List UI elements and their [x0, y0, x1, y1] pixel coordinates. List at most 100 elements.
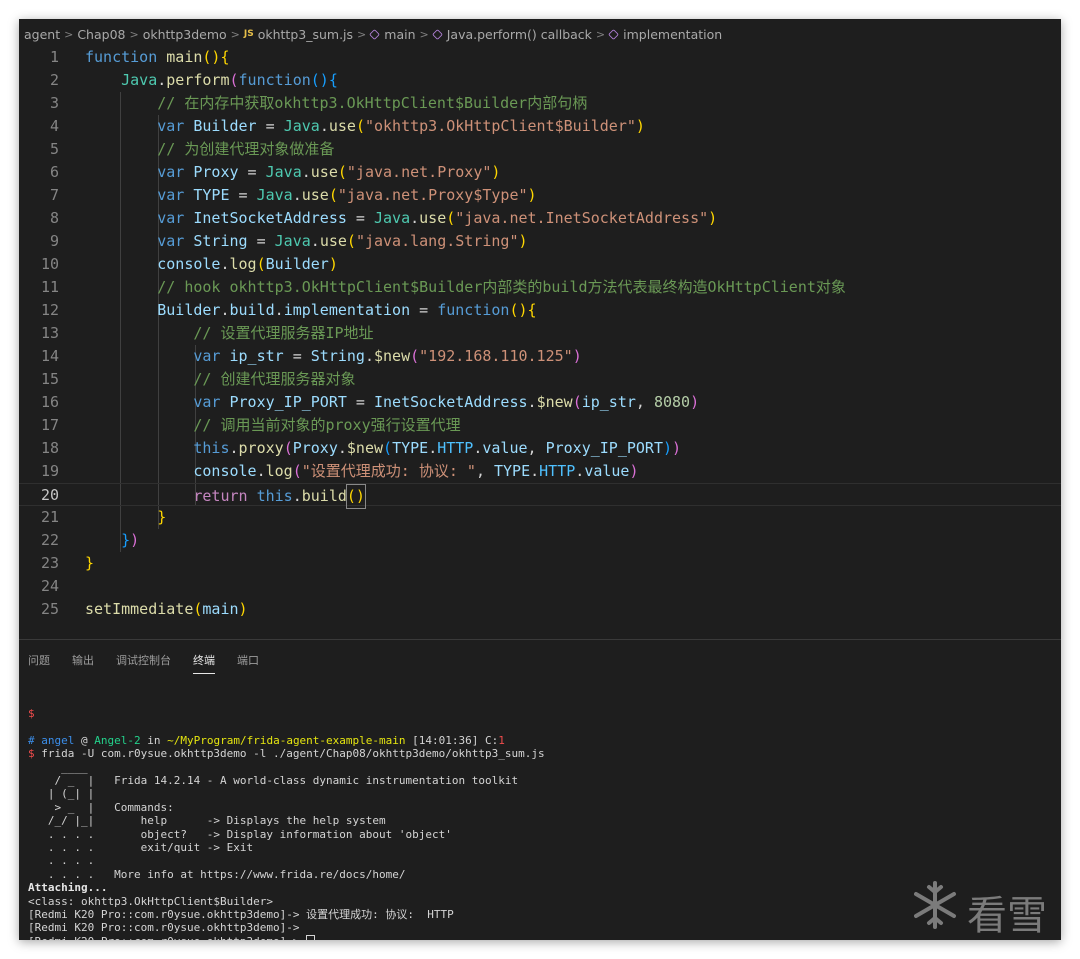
line-code: console.log(Builder) [85, 253, 338, 276]
code-token: "java.net.Proxy$Type" [337, 186, 528, 204]
line-code: } [85, 552, 94, 575]
code-line[interactable]: 2 Java.perform(function(){ [19, 69, 1061, 92]
code-line[interactable]: 6 var Proxy = Java.use("java.net.Proxy") [19, 161, 1061, 184]
line-number: 6 [49, 163, 59, 181]
code-token: InetSocketAddress [193, 209, 347, 227]
code-token: ( [383, 439, 393, 457]
line-code: setImmediate(main) [85, 598, 248, 621]
code-token: } [157, 508, 167, 526]
breadcrumb-item-callback[interactable]: Java.perform() callback [447, 27, 592, 42]
code-line[interactable]: 12 Builder.build.implementation = functi… [19, 299, 1061, 322]
line-code: var Proxy = Java.use("java.net.Proxy") [85, 161, 500, 184]
breadcrumb-item-file[interactable]: okhttp3_sum.js [258, 27, 353, 42]
terminal-text: # [28, 733, 42, 747]
code-line[interactable]: 8 var InetSocketAddress = Java.use("java… [19, 207, 1061, 230]
code-line[interactable]: 10 console.log(Builder) [19, 253, 1061, 276]
code-token: // 调用当前对象的proxy强行设置代理 [193, 416, 461, 434]
tab-terminal[interactable]: 终端 [193, 652, 215, 674]
code-line[interactable]: 11 // hook okhttp3.OkHttpClient$Builder内… [19, 276, 1061, 299]
code-line[interactable]: 22 }) [19, 529, 1061, 552]
terminal-text: . . . . More info at https://www.frida.r… [28, 867, 406, 881]
code-token: ip_str [229, 347, 284, 365]
code-token: ( [410, 347, 420, 365]
code-line[interactable]: 14 var ip_str = String.$new("192.168.110… [19, 345, 1061, 368]
terminal-line: | (_| | [28, 787, 94, 800]
code-token: "192.168.110.125" [419, 347, 573, 365]
symbol-method-icon [431, 28, 443, 40]
code-line[interactable]: 7 var TYPE = Java.use("java.net.Proxy$Ty… [19, 184, 1061, 207]
code-line[interactable]: 16 var Proxy_IP_PORT = InetSocketAddress… [19, 391, 1061, 414]
breadcrumb-item-implementation[interactable]: implementation [623, 27, 722, 42]
terminal-text: @ [74, 733, 95, 747]
code-token: Java [274, 232, 311, 250]
code-line[interactable]: 15 // 创建代理服务器对象 [19, 368, 1061, 391]
code-line[interactable]: 21 } [19, 506, 1061, 529]
code-token: ) [672, 439, 682, 457]
line-code: // 在内存中获取okhttp3.OkHttpClient$Builder内部句… [85, 92, 587, 115]
line-number: 12 [40, 301, 59, 319]
code-token: ( [346, 232, 356, 250]
tab-output[interactable]: 输出 [72, 652, 94, 674]
tab-debug-console[interactable]: 调试控制台 [116, 652, 171, 674]
tab-ports[interactable]: 端口 [237, 652, 259, 674]
code-line[interactable]: 3 // 在内存中获取okhttp3.OkHttpClient$Builder内… [19, 92, 1061, 115]
chevron-right-icon: > [64, 27, 74, 41]
code-token: = [247, 232, 275, 250]
code-token: = [346, 209, 374, 227]
code-token: function [85, 48, 167, 66]
code-token: . [157, 71, 167, 89]
code-line[interactable]: 24 [19, 575, 1061, 598]
line-code: // 设置代理服务器IP地址 [85, 322, 374, 345]
breadcrumb-item-agent[interactable]: agent [24, 27, 60, 42]
breadcrumb: agent > Chap08 > okhttp3demo > JS okhttp… [19, 24, 1061, 44]
line-code: function main(){ [85, 46, 230, 69]
breadcrumb-item-main[interactable]: main [384, 27, 415, 42]
code-line[interactable]: 18 this.proxy(Proxy.$new(TYPE.HTTP.value… [19, 437, 1061, 460]
code-line[interactable]: 4 var Builder = Java.use("okhttp3.OkHttp… [19, 115, 1061, 138]
line-code: // 调用当前对象的proxy强行设置代理 [85, 414, 461, 437]
terminal-line: . . . . exit/quit -> Exit [28, 841, 253, 854]
chevron-right-icon: > [419, 27, 429, 41]
tab-problems[interactable]: 问题 [28, 652, 50, 674]
line-number: 21 [40, 508, 59, 526]
code-line[interactable]: 1 function main(){ [19, 46, 1061, 69]
code-token: ip_str [581, 393, 636, 411]
code-token: "设置代理成功: 协议: " [301, 462, 476, 480]
snowflake-icon [914, 881, 956, 929]
line-code: // hook okhttp3.OkHttpClient$Builder内部类的… [85, 276, 846, 299]
terminal-text: Angel-2 [94, 733, 141, 747]
code-token: , [527, 439, 546, 457]
terminal-line: $ [28, 707, 35, 720]
code-editor[interactable]: 1 function main(){2 Java.perform(function… [19, 46, 1061, 631]
terminal-output[interactable]: $ # angel @ Angel-2 in ~/MyProgram/frida-… [19, 679, 1061, 940]
breadcrumb-item-okhttp3demo[interactable]: okhttp3demo [143, 27, 227, 42]
code-token: () [509, 301, 528, 319]
code-token: ( [355, 117, 365, 135]
terminal-line: [Redmi K20 Pro::com.r0ysue.okhttp3demo]-… [28, 921, 300, 934]
code-line[interactable]: 9 var String = Java.use("java.lang.Strin… [19, 230, 1061, 253]
breadcrumb-item-chap08[interactable]: Chap08 [77, 27, 125, 42]
code-line[interactable]: 25 setImmediate(main) [19, 598, 1061, 621]
terminal-text: > _ | Commands: [28, 800, 174, 814]
code-token: Proxy_IP_PORT [545, 439, 663, 457]
code-token: . [337, 439, 347, 457]
code-line[interactable]: 20 return this.build() [19, 483, 1061, 509]
code-token: Builder [265, 255, 329, 273]
panel-tabs: 问题 输出 调试控制台 终端 端口 [28, 652, 281, 674]
code-token: ) [518, 232, 528, 250]
code-line[interactable]: 19 console.log("设置代理成功: 协议: ", TYPE.HTTP… [19, 460, 1061, 483]
code-token: var [157, 232, 194, 250]
code-line[interactable]: 5 // 为创建代理对象做准备 [19, 138, 1061, 161]
code-line[interactable]: 13 // 设置代理服务器IP地址 [19, 322, 1061, 345]
code-token: TYPE [494, 462, 531, 480]
code-token: . [319, 117, 329, 135]
code-line[interactable]: 23} [19, 552, 1061, 575]
code-token: ) [491, 163, 501, 181]
code-line[interactable]: 17 // 调用当前对象的proxy强行设置代理 [19, 414, 1061, 437]
code-token: // 设置代理服务器IP地址 [193, 324, 374, 342]
